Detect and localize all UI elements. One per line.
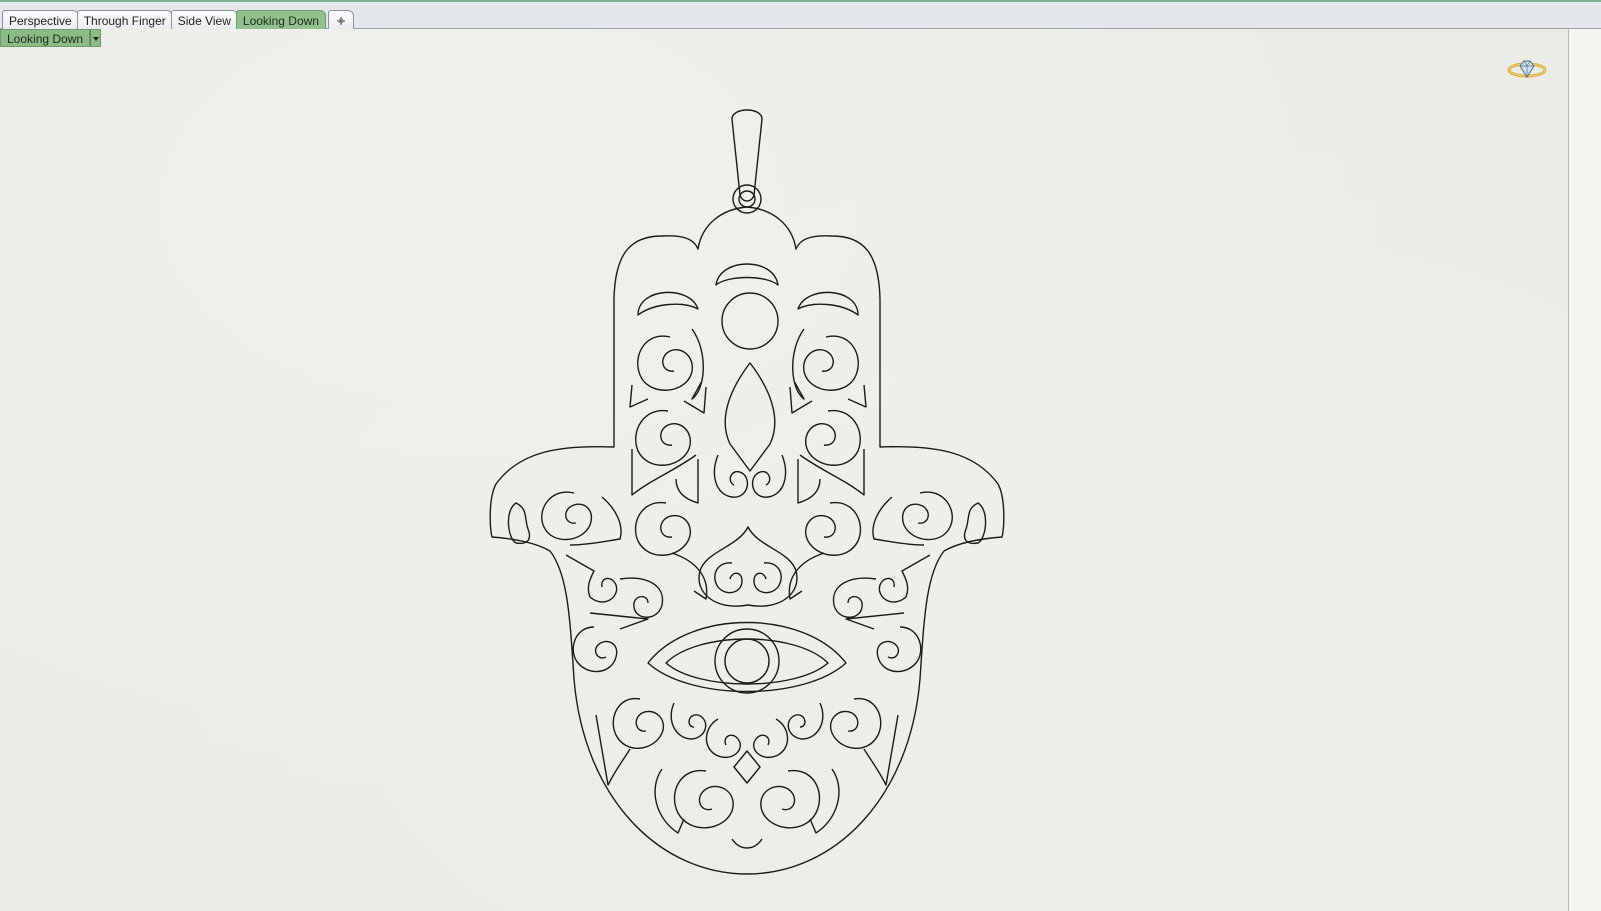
- hamsa-pendant-drawing: [489, 109, 1005, 875]
- right-panel-strip: [1569, 29, 1601, 911]
- bail-outline: [731, 109, 763, 202]
- tab-through-finger[interactable]: Through Finger: [76, 10, 173, 30]
- caret-down-icon[interactable]: [90, 29, 102, 47]
- center-heart: [698, 526, 798, 607]
- top-crescent: [715, 263, 779, 286]
- viewport-looking-down[interactable]: Looking Down: [0, 29, 1569, 911]
- tab-perspective[interactable]: Perspective: [2, 10, 79, 30]
- viewport-title-menu[interactable]: Looking Down: [0, 29, 102, 47]
- center-almond: [724, 362, 776, 472]
- ring-gem-icon[interactable]: [1506, 55, 1548, 83]
- hand-outline: [489, 206, 1005, 875]
- tab-side-view[interactable]: Side View: [170, 10, 238, 30]
- viewport-title[interactable]: Looking Down: [0, 29, 91, 47]
- view-tab-bar: Perspective Through Finger Side View Loo…: [0, 0, 1601, 30]
- eye-outline: [647, 621, 847, 693]
- add-tab-button[interactable]: [327, 10, 354, 30]
- tab-looking-down[interactable]: Looking Down: [235, 10, 326, 30]
- top-circle: [721, 292, 779, 350]
- plus-icon: [336, 17, 345, 25]
- view-tabs: Perspective Through Finger Side View Loo…: [2, 8, 354, 30]
